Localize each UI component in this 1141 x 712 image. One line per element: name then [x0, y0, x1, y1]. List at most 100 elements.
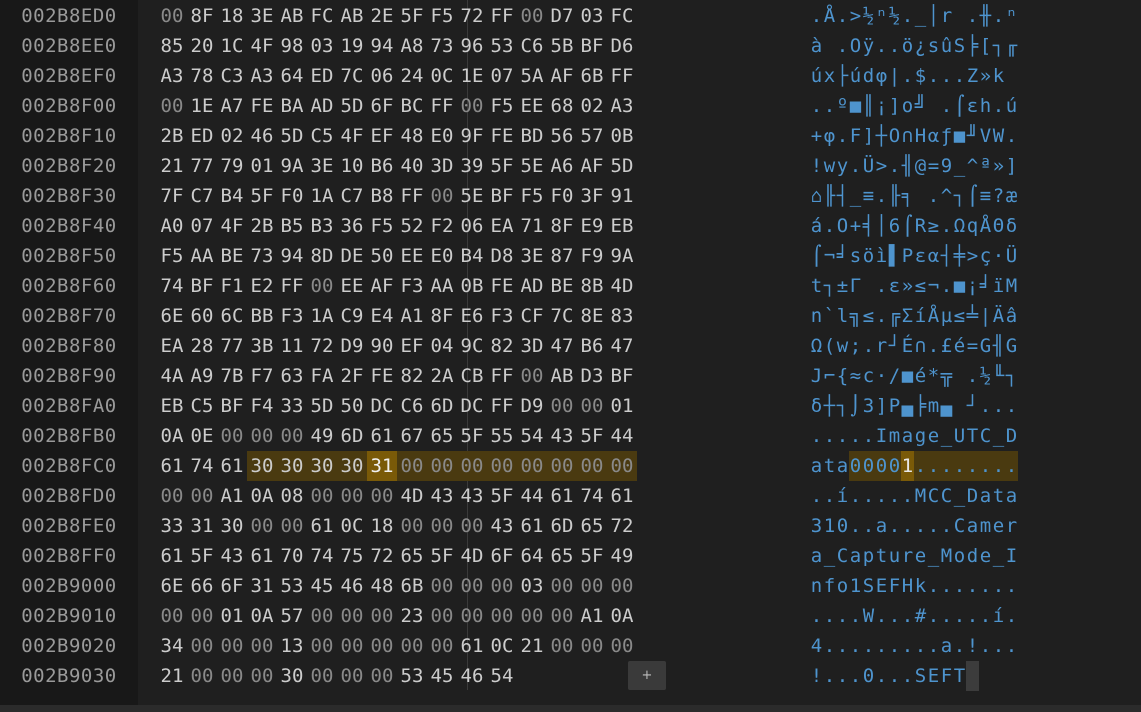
hex-byte[interactable]: AD	[517, 271, 547, 301]
ascii-char[interactable]: .	[914, 451, 927, 481]
hex-byte[interactable]: 00	[217, 631, 247, 661]
ascii-char[interactable]: ┼	[875, 121, 888, 151]
hex-byte[interactable]: 43	[217, 541, 247, 571]
ascii-char[interactable]: φ	[823, 121, 836, 151]
ascii-char[interactable]: .	[927, 571, 940, 601]
ascii-char[interactable]: .	[927, 61, 940, 91]
hex-byte[interactable]: 9A	[607, 241, 637, 271]
hex-byte[interactable]: 3F	[577, 181, 607, 211]
ascii-char[interactable]	[862, 271, 875, 301]
ascii-char[interactable]: .	[953, 631, 966, 661]
ascii-char[interactable]: .	[862, 421, 875, 451]
ascii-char[interactable]: {	[836, 361, 849, 391]
hex-byte[interactable]: F5	[157, 241, 187, 271]
ascii-char[interactable]: æ	[1005, 181, 1018, 211]
ascii-char[interactable]: .	[914, 511, 927, 541]
hex-byte[interactable]: 00	[367, 661, 397, 691]
ascii-char[interactable]: α	[927, 241, 940, 271]
ascii-char[interactable]: ≈	[849, 361, 862, 391]
hex-byte[interactable]: 8F	[427, 301, 457, 331]
hex-byte[interactable]: F5	[517, 181, 547, 211]
ascii-char[interactable]: Θ	[992, 211, 1005, 241]
ascii-char[interactable]: .	[992, 1, 1005, 31]
ascii-char[interactable]: .	[849, 511, 862, 541]
hex-byte[interactable]: 53	[487, 31, 517, 61]
hex-byte[interactable]: 00	[607, 631, 637, 661]
ascii-char[interactable]: .	[901, 511, 914, 541]
hex-byte[interactable]: A1	[577, 601, 607, 631]
hex-byte[interactable]: 9F	[457, 121, 487, 151]
ascii-char[interactable]: 0	[875, 451, 888, 481]
hex-byte[interactable]: 65	[397, 541, 427, 571]
ascii-char[interactable]: M	[914, 481, 927, 511]
hex-byte[interactable]: 61	[607, 481, 637, 511]
hex-byte[interactable]: 43	[487, 511, 517, 541]
ascii-char[interactable]: a	[966, 511, 979, 541]
hex-byte[interactable]: CB	[457, 361, 487, 391]
hex-byte[interactable]: 00	[367, 481, 397, 511]
ascii-char[interactable]: P	[901, 241, 914, 271]
hex-byte[interactable]: BF	[577, 31, 607, 61]
hex-byte[interactable]: 31	[367, 451, 397, 481]
hex-byte[interactable]: 50	[367, 241, 397, 271]
ascii-char[interactable]: I	[875, 421, 888, 451]
ascii-char[interactable]: 1	[823, 511, 836, 541]
ascii-char[interactable]: ≤	[862, 301, 875, 331]
hex-byte[interactable]: D6	[607, 31, 637, 61]
ascii-char[interactable]: !	[810, 151, 823, 181]
ascii-char[interactable]: .	[940, 451, 953, 481]
hex-byte[interactable]: F5	[487, 91, 517, 121]
ascii-char[interactable]: .	[940, 601, 953, 631]
hex-byte[interactable]: FC	[307, 1, 337, 31]
hex-byte[interactable]: 67	[397, 421, 427, 451]
hex-byte[interactable]: 72	[307, 331, 337, 361]
hex-byte[interactable]: 0C	[337, 511, 367, 541]
ascii-char[interactable]: O	[888, 121, 901, 151]
hex-byte[interactable]: EB	[607, 211, 637, 241]
hex-byte[interactable]: 31	[187, 511, 217, 541]
ascii-char[interactable]: .	[979, 391, 992, 421]
ascii-char[interactable]: s	[849, 241, 862, 271]
ascii-char[interactable]: .	[901, 481, 914, 511]
ascii-char[interactable]: ^	[940, 181, 953, 211]
hex-byte[interactable]: 39	[457, 151, 487, 181]
hex-byte[interactable]: 02	[577, 91, 607, 121]
ascii-char[interactable]: ≤	[914, 271, 927, 301]
ascii-char[interactable]: u	[888, 541, 901, 571]
hex-byte[interactable]: EA	[487, 211, 517, 241]
hex-byte[interactable]: 3D	[427, 151, 457, 181]
hex-byte[interactable]: 6D	[547, 511, 577, 541]
ascii-char[interactable]: .	[836, 661, 849, 691]
ascii-char[interactable]: a	[940, 631, 953, 661]
ascii-char[interactable]: Z	[966, 61, 979, 91]
ascii-char[interactable]: a	[836, 451, 849, 481]
hex-byte[interactable]: 00	[367, 601, 397, 631]
ascii-char[interactable]: J	[810, 361, 823, 391]
hex-byte[interactable]: 61	[157, 451, 187, 481]
hex-byte[interactable]: 03	[517, 571, 547, 601]
ascii-char[interactable]: d	[966, 541, 979, 571]
hex-byte[interactable]: 8B	[577, 271, 607, 301]
hex-byte[interactable]: F0	[277, 181, 307, 211]
ascii-char[interactable]: 0	[836, 511, 849, 541]
ascii-char[interactable]: .	[888, 31, 901, 61]
ascii-char[interactable]: F	[940, 661, 953, 691]
hex-byte[interactable]: C9	[337, 301, 367, 331]
ascii-char[interactable]: h	[979, 91, 992, 121]
hex-byte[interactable]: AD	[307, 91, 337, 121]
hex-byte[interactable]: 00	[367, 631, 397, 661]
ascii-char[interactable]: ┐	[1005, 361, 1018, 391]
hex-byte[interactable]: E4	[367, 301, 397, 331]
ascii-char[interactable]: ╢	[992, 331, 1005, 361]
ascii-char[interactable]: .	[914, 631, 927, 661]
ascii-char[interactable]: ■	[953, 121, 966, 151]
hex-byte[interactable]: 21	[157, 151, 187, 181]
ascii-char[interactable]: Ü	[1005, 241, 1018, 271]
hex-byte[interactable]: 00	[157, 91, 187, 121]
ascii-char[interactable]: .	[901, 1, 914, 31]
ascii-char[interactable]: ì	[875, 241, 888, 271]
ascii-char[interactable]: .	[940, 571, 953, 601]
hex-byte[interactable]: 00	[457, 451, 487, 481]
hex-byte[interactable]: 00	[277, 511, 307, 541]
hex-byte[interactable]: 0E	[187, 421, 217, 451]
